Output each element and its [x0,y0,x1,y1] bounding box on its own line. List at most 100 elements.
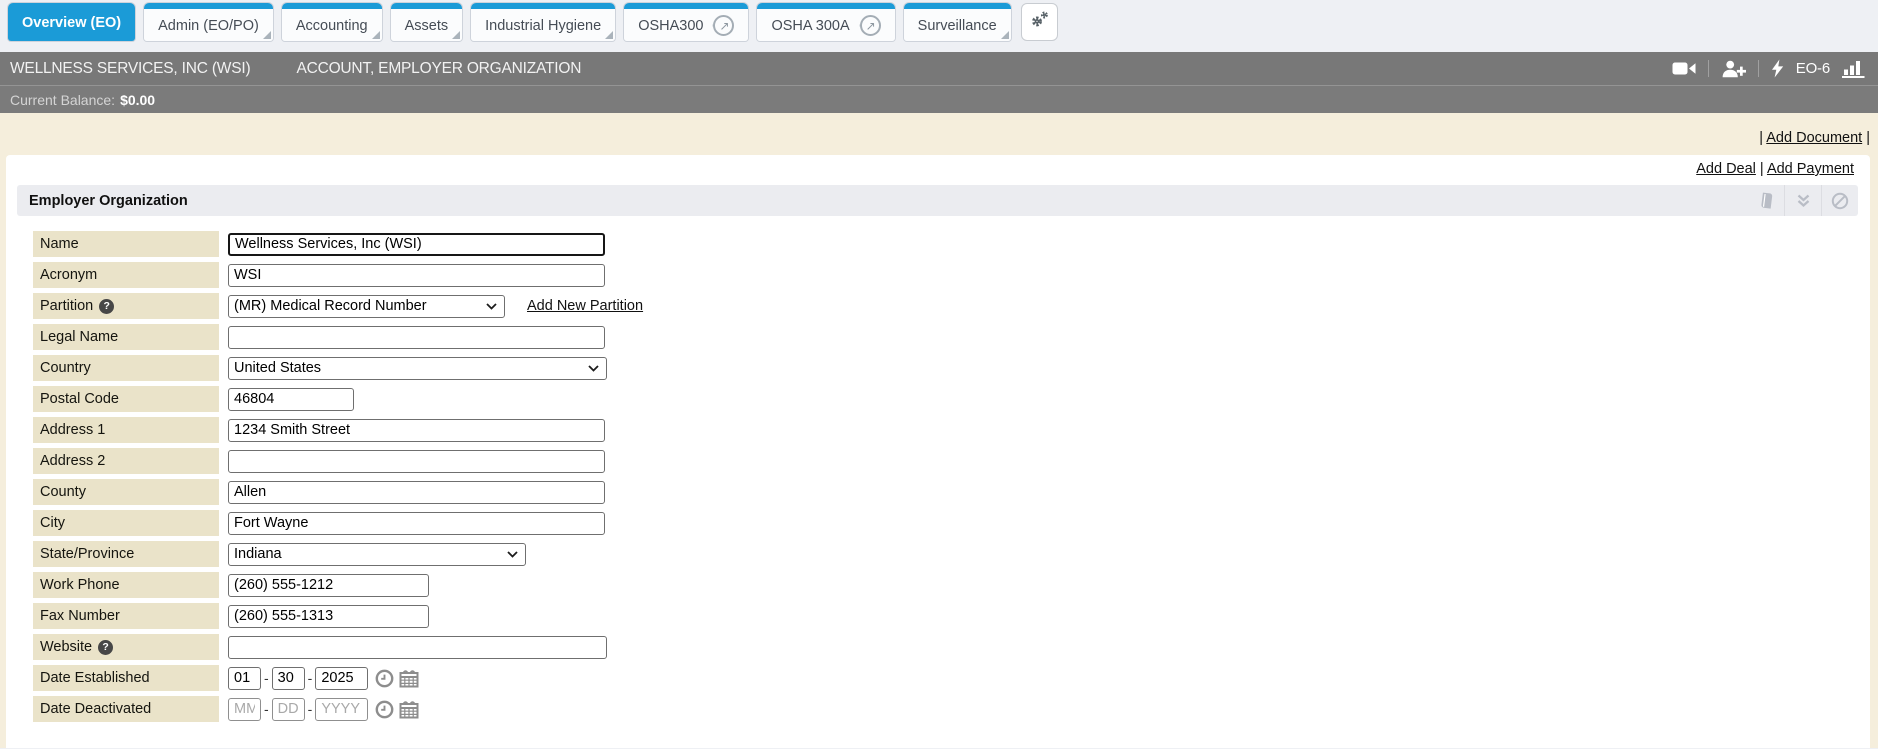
form-row-address-1: Address 1 [33,417,1870,443]
date-separator: - [264,670,269,686]
status-badge: EO-6 [1796,60,1830,77]
field-value [228,233,605,256]
field-value: Indiana [228,543,526,566]
title-bar: WELLNESS SERVICES, INC (WSI) ACCOUNT, EM… [0,52,1878,85]
chevron-down-icon [486,298,497,314]
tab-label: Overview (EO) [22,15,121,31]
tab-label: Industrial Hygiene [485,18,601,34]
date-deactivated-yyyy-input[interactable] [315,698,368,721]
tab-settings-button[interactable] [1021,3,1058,41]
account-name: WELLNESS SERVICES, INC (WSI) [10,60,250,78]
address-2-input[interactable] [228,450,605,473]
separator: | [1760,161,1764,177]
county-input[interactable] [228,481,605,504]
date-established-mm-input[interactable] [228,667,261,690]
add-document-row: | Add Document | [0,113,1878,155]
add-deal-link[interactable]: Add Deal [1696,161,1756,177]
field-label-text: Work Phone [40,577,120,593]
field-value [228,481,605,504]
tab-label: Surveillance [918,18,997,34]
date-established-dd-input[interactable] [272,667,305,690]
work-phone-input[interactable] [228,574,429,597]
tab-dropdown-fold-icon [263,31,271,39]
help-icon[interactable] [99,299,114,314]
field-value [228,326,605,349]
clock-icon[interactable] [375,669,394,688]
calendar-icon[interactable] [399,669,419,688]
content-area: | Add Document | Add Deal | Add Payment … [0,113,1878,748]
add-user-icon[interactable] [1721,60,1746,78]
open-external-arrow-icon[interactable] [860,15,881,36]
field-label: Acronym [33,262,219,288]
address-1-input[interactable] [228,419,605,442]
field-value: (MR) Medical Record Number Add New Partit… [228,295,643,318]
tab-surveillance[interactable]: Surveillance [904,3,1011,41]
separator: | [1866,130,1870,146]
field-label-text: Country [40,360,91,376]
employer-form: NameAcronymPartition(MR) Medical Record … [33,231,1870,722]
field-label-text: Date Established [40,670,150,686]
tab-industrial-hygiene[interactable]: Industrial Hygiene [471,3,615,41]
city-input[interactable] [228,512,605,535]
gears-icon [1029,10,1050,34]
tab-accounting[interactable]: Accounting [282,3,382,41]
website-input[interactable] [228,636,607,659]
form-row-legal-name: Legal Name [33,324,1870,350]
tab-dropdown-fold-icon [1001,31,1009,39]
country-select[interactable]: United States [228,357,607,380]
panel-header: Employer Organization [17,185,1858,216]
state-province-select[interactable]: Indiana [228,543,526,566]
field-label: State/Province [33,541,219,567]
date-separator: - [308,670,313,686]
bar-chart-icon[interactable] [1842,59,1866,78]
form-row-state-province: State/Province Indiana [33,541,1870,567]
tab-osha300[interactable]: OSHA300 [624,3,748,41]
legal-name-input[interactable] [228,326,605,349]
block-icon[interactable] [1822,185,1858,216]
help-icon[interactable] [98,640,113,655]
tab-list: Overview (EO) Admin (EO/PO)AccountingAsse… [8,3,1011,41]
name-input[interactable] [228,233,605,256]
double-chevron-down-icon[interactable] [1785,185,1821,216]
open-external-arrow-icon[interactable] [713,15,734,36]
tab-admin-eo-po[interactable]: Admin (EO/PO) [144,3,273,41]
add-payment-link[interactable]: Add Payment [1767,161,1854,177]
date-deactivated-dd-input[interactable] [272,698,305,721]
book-icon[interactable] [1748,185,1784,216]
tab-overview-eo[interactable]: Overview (EO) [8,3,135,41]
field-label: Fax Number [33,603,219,629]
separator: | [1759,130,1763,146]
add-new-partition-link[interactable]: Add New Partition [527,298,643,314]
tab-assets[interactable]: Assets [391,3,463,41]
tab-dropdown-fold-icon [452,31,460,39]
field-value [228,512,605,535]
date-deactivated-mm-input[interactable] [228,698,261,721]
date-separator: - [308,701,313,717]
form-row-name: Name [33,231,1870,257]
field-label-text: Postal Code [40,391,119,407]
add-document-link[interactable]: Add Document [1766,130,1862,146]
field-value [228,264,605,287]
field-label: Country [33,355,219,381]
clock-icon[interactable] [375,700,394,719]
video-camera-icon[interactable] [1672,61,1696,76]
field-label-text: Website [40,639,92,655]
fax-number-input[interactable] [228,605,429,628]
field-label-text: Name [40,236,79,252]
form-row-country: Country United States [33,355,1870,381]
tab-dropdown-fold-icon [605,31,613,39]
tab-osha-300a[interactable]: OSHA 300A [757,3,894,41]
calendar-icon[interactable] [399,700,419,719]
selected-option: Indiana [234,546,507,562]
field-label: Name [33,231,219,257]
form-row-website: Website [33,634,1870,660]
date-established-yyyy-input[interactable] [315,667,368,690]
divider [1708,60,1709,77]
form-row-postal-code: Postal Code [33,386,1870,412]
page-title: ACCOUNT, EMPLOYER ORGANIZATION [296,60,581,78]
postal-code-input[interactable] [228,388,354,411]
balance-label: Current Balance: [10,92,115,108]
acronym-input[interactable] [228,264,605,287]
lightning-icon[interactable] [1771,59,1784,78]
partition-select[interactable]: (MR) Medical Record Number [228,295,505,318]
